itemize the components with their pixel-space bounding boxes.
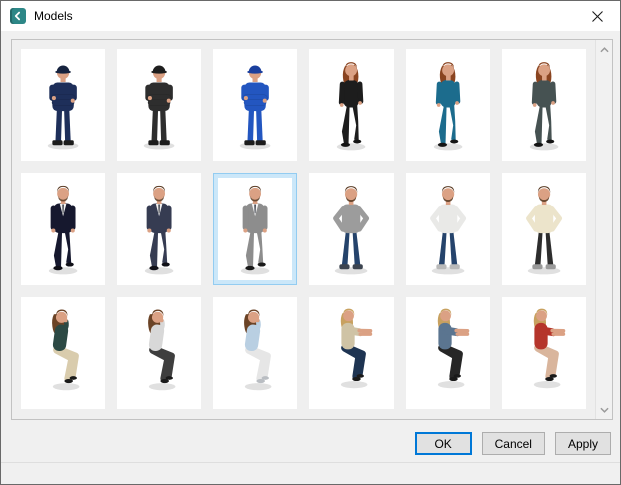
dialog-button-row: OK Cancel Apply	[415, 432, 611, 455]
model-thumbnail-woman-walking-slate[interactable]	[502, 49, 586, 161]
model-thumbnail-woman-sitting-teal-top[interactable]	[21, 297, 105, 409]
model-figure	[122, 178, 196, 280]
model-figure	[122, 302, 196, 404]
model-figure	[122, 54, 196, 156]
model-figure	[411, 302, 485, 404]
model-list-panel	[11, 39, 613, 420]
model-thumbnail-worker-coveralls-black[interactable]	[117, 49, 201, 161]
model-figure	[218, 302, 292, 404]
cancel-button[interactable]: Cancel	[482, 432, 545, 455]
model-figure	[26, 54, 100, 156]
app-back-chevron-icon	[10, 8, 26, 24]
model-thumbnail-woman-sitting-red-top[interactable]	[502, 297, 586, 409]
vertical-scrollbar[interactable]	[595, 40, 612, 419]
model-figure	[411, 54, 485, 156]
model-figure	[411, 178, 485, 280]
model-figure	[218, 178, 292, 280]
model-figure	[218, 54, 292, 156]
model-thumbnail-woman-sitting-blue-top[interactable]	[213, 297, 297, 409]
model-figure	[314, 54, 388, 156]
model-thumbnail-woman-sitting-gray-top[interactable]	[117, 297, 201, 409]
titlebar: Models	[1, 1, 620, 31]
model-thumbnail-woman-sitting-bluegray-top[interactable]	[406, 297, 490, 409]
close-button[interactable]	[575, 1, 620, 31]
scroll-down-icon[interactable]	[596, 401, 612, 418]
model-grid	[12, 40, 595, 419]
model-thumbnail-woman-sitting-beige-top[interactable]	[309, 297, 393, 409]
model-thumbnail-man-suit-gray[interactable]	[213, 173, 297, 285]
model-thumbnail-woman-walking-teal[interactable]	[406, 49, 490, 161]
model-figure	[507, 178, 581, 280]
model-thumbnail-man-casual-gray-sweater[interactable]	[309, 173, 393, 285]
apply-button[interactable]: Apply	[555, 432, 611, 455]
footer-divider	[1, 462, 620, 463]
dialog-title: Models	[34, 9, 73, 23]
model-thumbnail-man-casual-cream-sweater[interactable]	[502, 173, 586, 285]
model-figure	[26, 302, 100, 404]
model-thumbnail-woman-walking-black[interactable]	[309, 49, 393, 161]
model-thumbnail-worker-coveralls-blue[interactable]	[213, 49, 297, 161]
models-dialog: Models	[0, 0, 621, 485]
model-thumbnail-man-suit-black[interactable]	[21, 173, 105, 285]
model-thumbnail-worker-coveralls-navy[interactable]	[21, 49, 105, 161]
model-figure	[314, 178, 388, 280]
model-figure	[507, 302, 581, 404]
model-figure	[507, 54, 581, 156]
model-figure	[314, 302, 388, 404]
model-figure	[26, 178, 100, 280]
ok-button[interactable]: OK	[415, 432, 472, 455]
model-thumbnail-man-casual-white-sweater[interactable]	[406, 173, 490, 285]
scroll-up-icon[interactable]	[596, 41, 612, 58]
model-thumbnail-man-suit-navy[interactable]	[117, 173, 201, 285]
